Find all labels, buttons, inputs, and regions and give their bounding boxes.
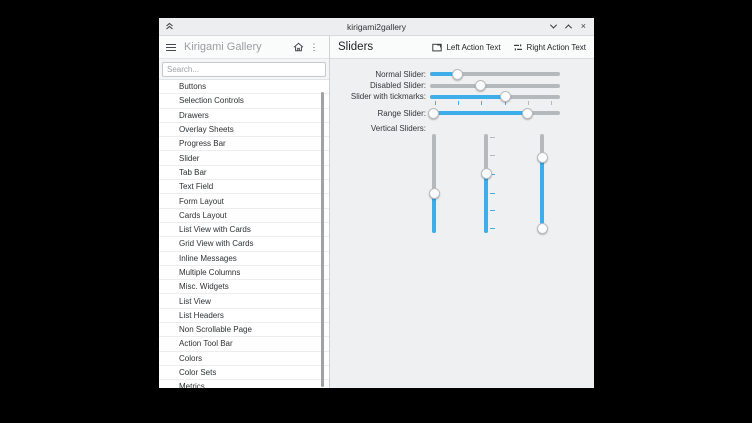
slider-fill bbox=[540, 158, 544, 228]
hamburger-menu-icon[interactable] bbox=[166, 44, 176, 51]
slider-fill bbox=[430, 95, 505, 99]
vertical-slider-1[interactable] bbox=[428, 134, 440, 233]
slider-track bbox=[430, 84, 560, 88]
sidebar-item[interactable]: Form Layout bbox=[159, 194, 329, 208]
scrollbar-thumb[interactable] bbox=[321, 92, 324, 387]
slider-tickmark bbox=[528, 101, 529, 105]
slider-fill bbox=[432, 193, 436, 233]
search-input[interactable] bbox=[162, 62, 326, 77]
sidebar-title: Kirigami Gallery bbox=[184, 41, 290, 53]
home-button[interactable] bbox=[290, 39, 306, 55]
right-action-button[interactable]: Right Action Text bbox=[513, 43, 586, 52]
search-bar bbox=[159, 59, 329, 80]
slider-tickmark bbox=[435, 101, 436, 105]
slider-label: Vertical Sliders: bbox=[330, 124, 426, 133]
slider-label: Range Slider: bbox=[330, 109, 426, 118]
sidebar-item[interactable]: Inline Messages bbox=[159, 252, 329, 266]
sidebar-item[interactable]: Cards Layout bbox=[159, 209, 329, 223]
sidebar-item[interactable]: Progress Bar bbox=[159, 137, 329, 151]
sidebar-item[interactable]: Tab Bar bbox=[159, 166, 329, 180]
vertical-sliders-group bbox=[430, 134, 560, 233]
titlebar[interactable]: kirigami2gallery × bbox=[159, 18, 594, 36]
slider-tickmark bbox=[490, 155, 495, 156]
slider-label: Disabled Slider: bbox=[330, 81, 426, 90]
window-outline-icon bbox=[432, 43, 442, 52]
slider-tickmark bbox=[490, 137, 495, 138]
slider-handle[interactable] bbox=[537, 152, 548, 163]
sidebar-item[interactable]: Non Scrollable Page bbox=[159, 323, 329, 337]
slider-fill bbox=[484, 174, 488, 233]
slider-tickmark bbox=[481, 101, 482, 105]
normal-slider[interactable] bbox=[430, 68, 560, 80]
sidebar-item[interactable]: Text Field bbox=[159, 180, 329, 194]
sidebar-toolbar: Kirigami Gallery ⋮ bbox=[159, 36, 329, 59]
sidebar-item[interactable]: Selection Controls bbox=[159, 94, 329, 108]
sidebar-item[interactable]: Color Sets bbox=[159, 366, 329, 380]
sidebar-item[interactable]: List Headers bbox=[159, 309, 329, 323]
sidebar-item[interactable]: Action Tool Bar bbox=[159, 337, 329, 351]
vertical-slider-2[interactable] bbox=[480, 134, 492, 233]
window-title: kirigami2gallery bbox=[159, 22, 594, 32]
slider-handle[interactable] bbox=[500, 91, 511, 102]
slider-label: Normal Slider: bbox=[330, 70, 426, 79]
sidebar-item[interactable]: Slider bbox=[159, 151, 329, 165]
page-title: Sliders bbox=[338, 41, 373, 53]
sidebar-item[interactable]: Colors bbox=[159, 352, 329, 366]
keep-above-icon[interactable] bbox=[165, 22, 174, 31]
tickmarks-slider[interactable] bbox=[430, 91, 560, 103]
page-toolbar: Sliders Left Action Text bbox=[330, 36, 594, 59]
sidebar: Kirigami Gallery ⋮ ButtonsSelection Cont… bbox=[159, 36, 330, 388]
slider-handle[interactable] bbox=[428, 108, 439, 119]
sidebar-list: ButtonsSelection ControlsDrawersOverlay … bbox=[159, 80, 329, 388]
slider-handle bbox=[475, 80, 486, 91]
slider-handle[interactable] bbox=[452, 69, 463, 80]
app-window: kirigami2gallery × Kirigami Gallery ⋮ bbox=[159, 18, 594, 388]
align-lines-icon bbox=[513, 43, 523, 52]
sidebar-item[interactable]: Drawers bbox=[159, 109, 329, 123]
slider-handle[interactable] bbox=[481, 168, 492, 179]
close-button[interactable]: × bbox=[581, 22, 586, 31]
slider-fill bbox=[434, 111, 528, 115]
left-action-button[interactable]: Left Action Text bbox=[432, 43, 500, 52]
vertical-range-slider[interactable] bbox=[536, 134, 548, 233]
slider-tickmark bbox=[490, 193, 495, 194]
slider-handle[interactable] bbox=[522, 108, 533, 119]
range-slider[interactable] bbox=[430, 107, 560, 119]
slider-tickmark bbox=[551, 101, 552, 105]
sliders-page: Normal Slider: Disabled Slider: Slider w… bbox=[330, 59, 594, 388]
slider-handle[interactable] bbox=[537, 223, 548, 234]
sidebar-item[interactable]: Misc. Widgets bbox=[159, 280, 329, 294]
slider-tickmark bbox=[490, 210, 495, 211]
minimize-button[interactable] bbox=[550, 22, 557, 29]
sidebar-item[interactable]: Overlay Sheets bbox=[159, 123, 329, 137]
slider-tickmark bbox=[458, 101, 459, 105]
sidebar-item[interactable]: Grid View with Cards bbox=[159, 237, 329, 251]
slider-label: Slider with tickmarks: bbox=[330, 92, 426, 101]
sidebar-item[interactable]: List View bbox=[159, 294, 329, 308]
sidebar-item[interactable]: Metrics bbox=[159, 380, 329, 388]
main-pane: Sliders Left Action Text bbox=[330, 36, 594, 388]
sidebar-item[interactable]: Multiple Columns bbox=[159, 266, 329, 280]
maximize-button[interactable] bbox=[565, 24, 572, 31]
slider-tickmark bbox=[490, 228, 495, 229]
sidebar-item[interactable]: Buttons bbox=[159, 80, 329, 94]
overflow-menu-button[interactable]: ⋮ bbox=[306, 39, 322, 55]
sidebar-item[interactable]: List View with Cards bbox=[159, 223, 329, 237]
slider-handle[interactable] bbox=[429, 188, 440, 199]
